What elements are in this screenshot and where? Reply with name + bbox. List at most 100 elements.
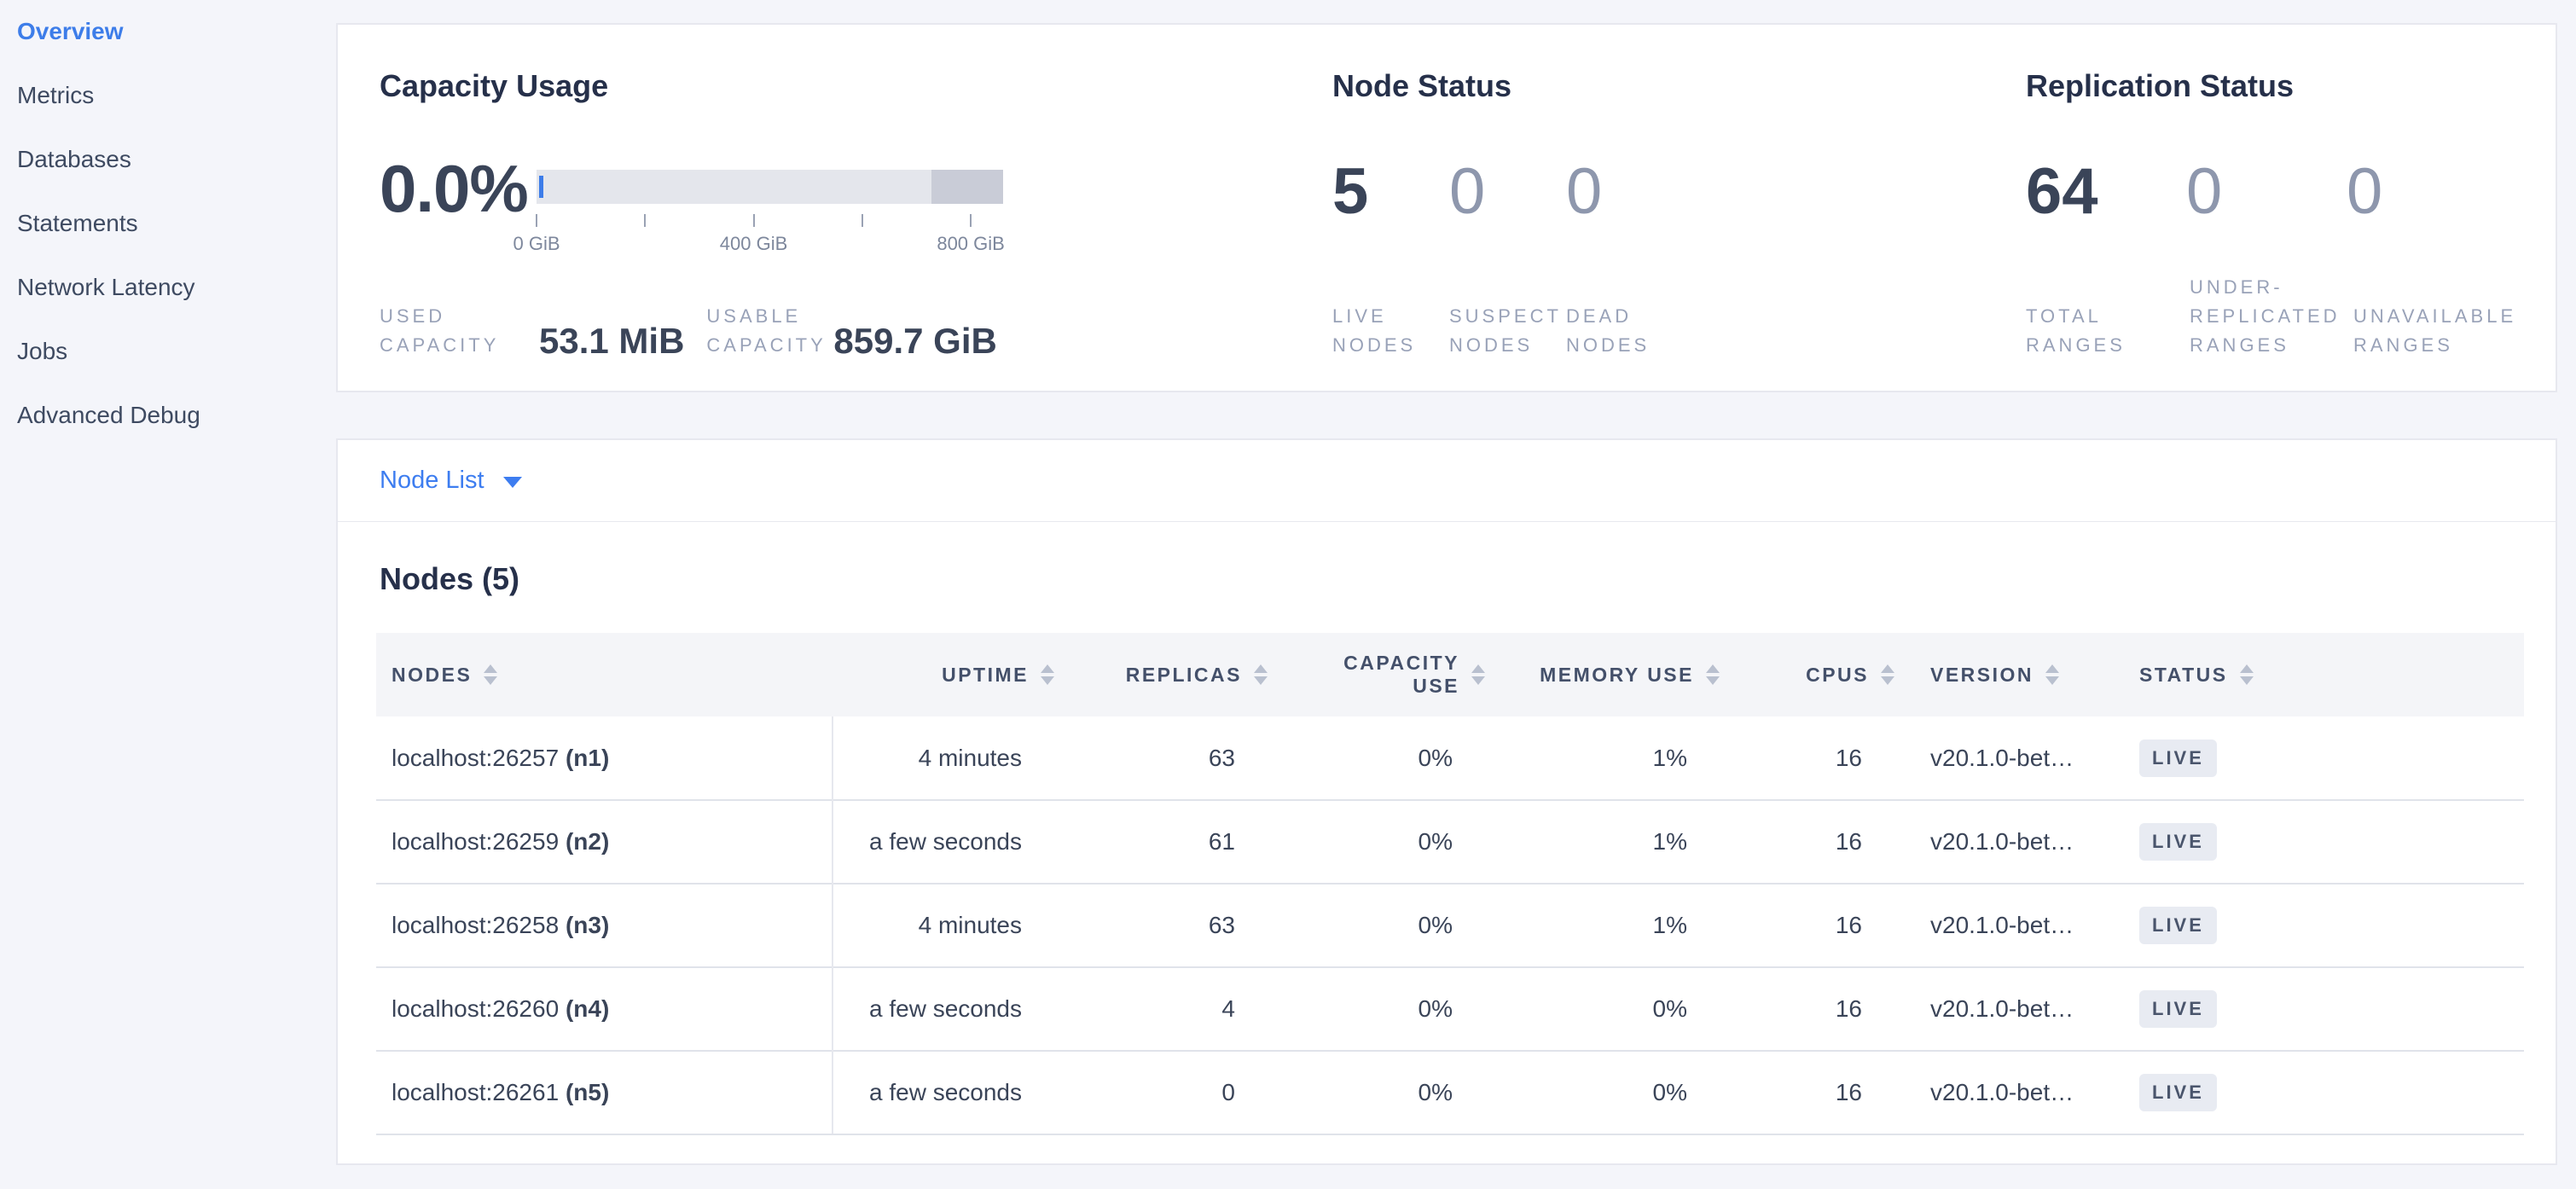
- capacity-axis: 0 GiB400 GiB800 GiB: [537, 204, 1014, 255]
- axis-tick: [753, 214, 755, 227]
- sidebar-item-label: Network Latency: [17, 273, 195, 302]
- node-id: (n1): [566, 745, 609, 771]
- cell-uptime: 4 minutes: [833, 884, 1061, 967]
- cell-version: v20.1.0-bet…: [1901, 800, 2119, 884]
- sidebar-item-overview[interactable]: Overview: [17, 17, 336, 81]
- node-address[interactable]: localhost:26259: [392, 828, 559, 855]
- table-row[interactable]: localhost:26259 (n2) a few seconds 61 0%…: [376, 800, 2524, 884]
- stat-label: UNAVAILABLE RANGES: [2353, 302, 2517, 360]
- capacity-percent: 0.0%: [380, 154, 514, 255]
- node-list-card: Node List Nodes (5) NODES UPTIME: [336, 438, 2557, 1165]
- cell-memory-use: 0%: [1492, 967, 1726, 1051]
- axis-tick: [536, 214, 537, 227]
- column-header-memory-use[interactable]: MEMORY USE: [1492, 633, 1726, 716]
- sidebar-nav: Overview Metrics Databases Statements Ne…: [17, 17, 336, 465]
- sort-arrows-icon: [1706, 664, 1720, 685]
- node-id: (n2): [566, 828, 609, 855]
- cell-uptime: a few seconds: [833, 800, 1061, 884]
- nodes-table: NODES UPTIME REPLICAS CAPACITY USE MEMOR…: [376, 633, 2524, 1135]
- replication-status-title: Replication Status: [2026, 67, 2517, 105]
- column-header-label: CPUS: [1806, 664, 1869, 687]
- cell-cpus: 16: [1726, 716, 1901, 800]
- status-badge: LIVE: [2139, 740, 2217, 777]
- cell-replicas: 61: [1061, 800, 1274, 884]
- status-badge: LIVE: [2139, 907, 2217, 944]
- node-list-dropdown-label: Node List: [380, 467, 484, 495]
- usable-capacity-stat: USABLE CAPACITY 859.7 GiB: [706, 302, 996, 360]
- stat-label: UNDER-REPLICATED RANGES: [2190, 273, 2353, 360]
- cell-version: v20.1.0-bet…: [1901, 716, 2119, 800]
- cell-version: v20.1.0-bet…: [1901, 884, 2119, 967]
- sidebar-item-advanced-debug[interactable]: Advanced Debug: [17, 401, 336, 465]
- sort-arrows-icon: [2045, 664, 2059, 685]
- node-status-section: Node Status 500 LIVE NODESSUSPECT NODESD…: [1332, 67, 2026, 360]
- axis-tick: [862, 214, 863, 227]
- node-address[interactable]: localhost:26260: [392, 995, 559, 1022]
- column-header-version[interactable]: VERSION: [1901, 633, 2119, 716]
- cell-capacity-use: 0%: [1274, 884, 1492, 967]
- stat-label: SUSPECT NODES: [1449, 302, 1566, 360]
- column-header-label: STATUS: [2139, 664, 2228, 687]
- capacity-bar-track: [537, 170, 1014, 204]
- sidebar-item-metrics[interactable]: Metrics: [17, 81, 336, 145]
- sort-arrows-icon: [2240, 664, 2254, 685]
- cell-capacity-use: 0%: [1274, 967, 1492, 1051]
- node-address[interactable]: localhost:26258: [392, 912, 559, 938]
- cell-memory-use: 1%: [1492, 884, 1726, 967]
- capacity-usage-title: Capacity Usage: [380, 67, 1332, 105]
- column-header-label: UPTIME: [942, 664, 1029, 687]
- usable-capacity-label: USABLE CAPACITY: [706, 302, 832, 360]
- stat-value: 0: [1449, 158, 1566, 226]
- replication-status-figures: 6400: [2026, 158, 2517, 226]
- sidebar-item-statements[interactable]: Statements: [17, 209, 336, 273]
- node-list-dropdown[interactable]: Node List: [338, 440, 2556, 522]
- sidebar-item-jobs[interactable]: Jobs: [17, 337, 336, 401]
- status-badge: LIVE: [2139, 990, 2217, 1028]
- column-header-nodes[interactable]: NODES: [376, 633, 833, 716]
- cell-cpus: 16: [1726, 1051, 1901, 1134]
- cell-version: v20.1.0-bet…: [1901, 967, 2119, 1051]
- used-capacity-stat: USED CAPACITY 53.1 MiB: [380, 302, 684, 360]
- table-row[interactable]: localhost:26257 (n1) 4 minutes 63 0% 1% …: [376, 716, 2524, 800]
- cell-capacity-use: 0%: [1274, 1051, 1492, 1134]
- node-status-figures: 500: [1332, 158, 2026, 226]
- sidebar-item-network-latency[interactable]: Network Latency: [17, 273, 336, 337]
- cell-replicas: 4: [1061, 967, 1274, 1051]
- sidebar-item-databases[interactable]: Databases: [17, 145, 336, 209]
- table-row[interactable]: localhost:26258 (n3) 4 minutes 63 0% 1% …: [376, 884, 2524, 967]
- node-id: (n4): [566, 995, 609, 1022]
- app-root: Overview Metrics Databases Statements Ne…: [0, 0, 2576, 1189]
- column-header-label: VERSION: [1930, 664, 2034, 687]
- cell-memory-use: 0%: [1492, 1051, 1726, 1134]
- capacity-stats: USED CAPACITY 53.1 MiB USABLE CAPACITY 8…: [380, 302, 1332, 360]
- sidebar-item-label: Advanced Debug: [17, 401, 200, 430]
- status-badge: LIVE: [2139, 1074, 2217, 1111]
- sort-arrows-icon: [1881, 664, 1894, 685]
- column-header-status[interactable]: STATUS: [2119, 633, 2524, 716]
- sidebar-item-label: Databases: [17, 145, 131, 174]
- column-header-cpus[interactable]: CPUS: [1726, 633, 1901, 716]
- cell-cpus: 16: [1726, 884, 1901, 967]
- column-header-replicas[interactable]: REPLICAS: [1061, 633, 1274, 716]
- column-header-uptime[interactable]: UPTIME: [833, 633, 1061, 716]
- node-id: (n5): [566, 1079, 609, 1105]
- node-address[interactable]: localhost:26257: [392, 745, 559, 771]
- axis-tick: [644, 214, 646, 227]
- cell-capacity-use: 0%: [1274, 716, 1492, 800]
- stat-value: 64: [2026, 158, 2186, 226]
- capacity-bar-chart: 0 GiB400 GiB800 GiB: [537, 170, 1014, 255]
- capacity-used-marker: [539, 176, 543, 198]
- stat-value: 0: [2186, 158, 2347, 226]
- sidebar-item-label: Statements: [17, 209, 138, 238]
- capacity-bar-usable-segment: [537, 170, 931, 204]
- table-row[interactable]: localhost:26261 (n5) a few seconds 0 0% …: [376, 1051, 2524, 1134]
- table-row[interactable]: localhost:26260 (n4) a few seconds 4 0% …: [376, 967, 2524, 1051]
- node-address[interactable]: localhost:26261: [392, 1079, 559, 1105]
- column-header-label: NODES: [392, 664, 472, 687]
- stat-label: TOTAL RANGES: [2026, 302, 2190, 360]
- sidebar-item-label: Metrics: [17, 81, 94, 110]
- stat-value: 5: [1332, 158, 1449, 226]
- column-header-capacity-use[interactable]: CAPACITY USE: [1274, 633, 1492, 716]
- capacity-gauge-row: 0.0% 0 GiB400 GiB800 GiB: [380, 154, 1332, 255]
- replication-status-section: Replication Status 6400 TOTAL RANGESUNDE…: [2026, 67, 2517, 360]
